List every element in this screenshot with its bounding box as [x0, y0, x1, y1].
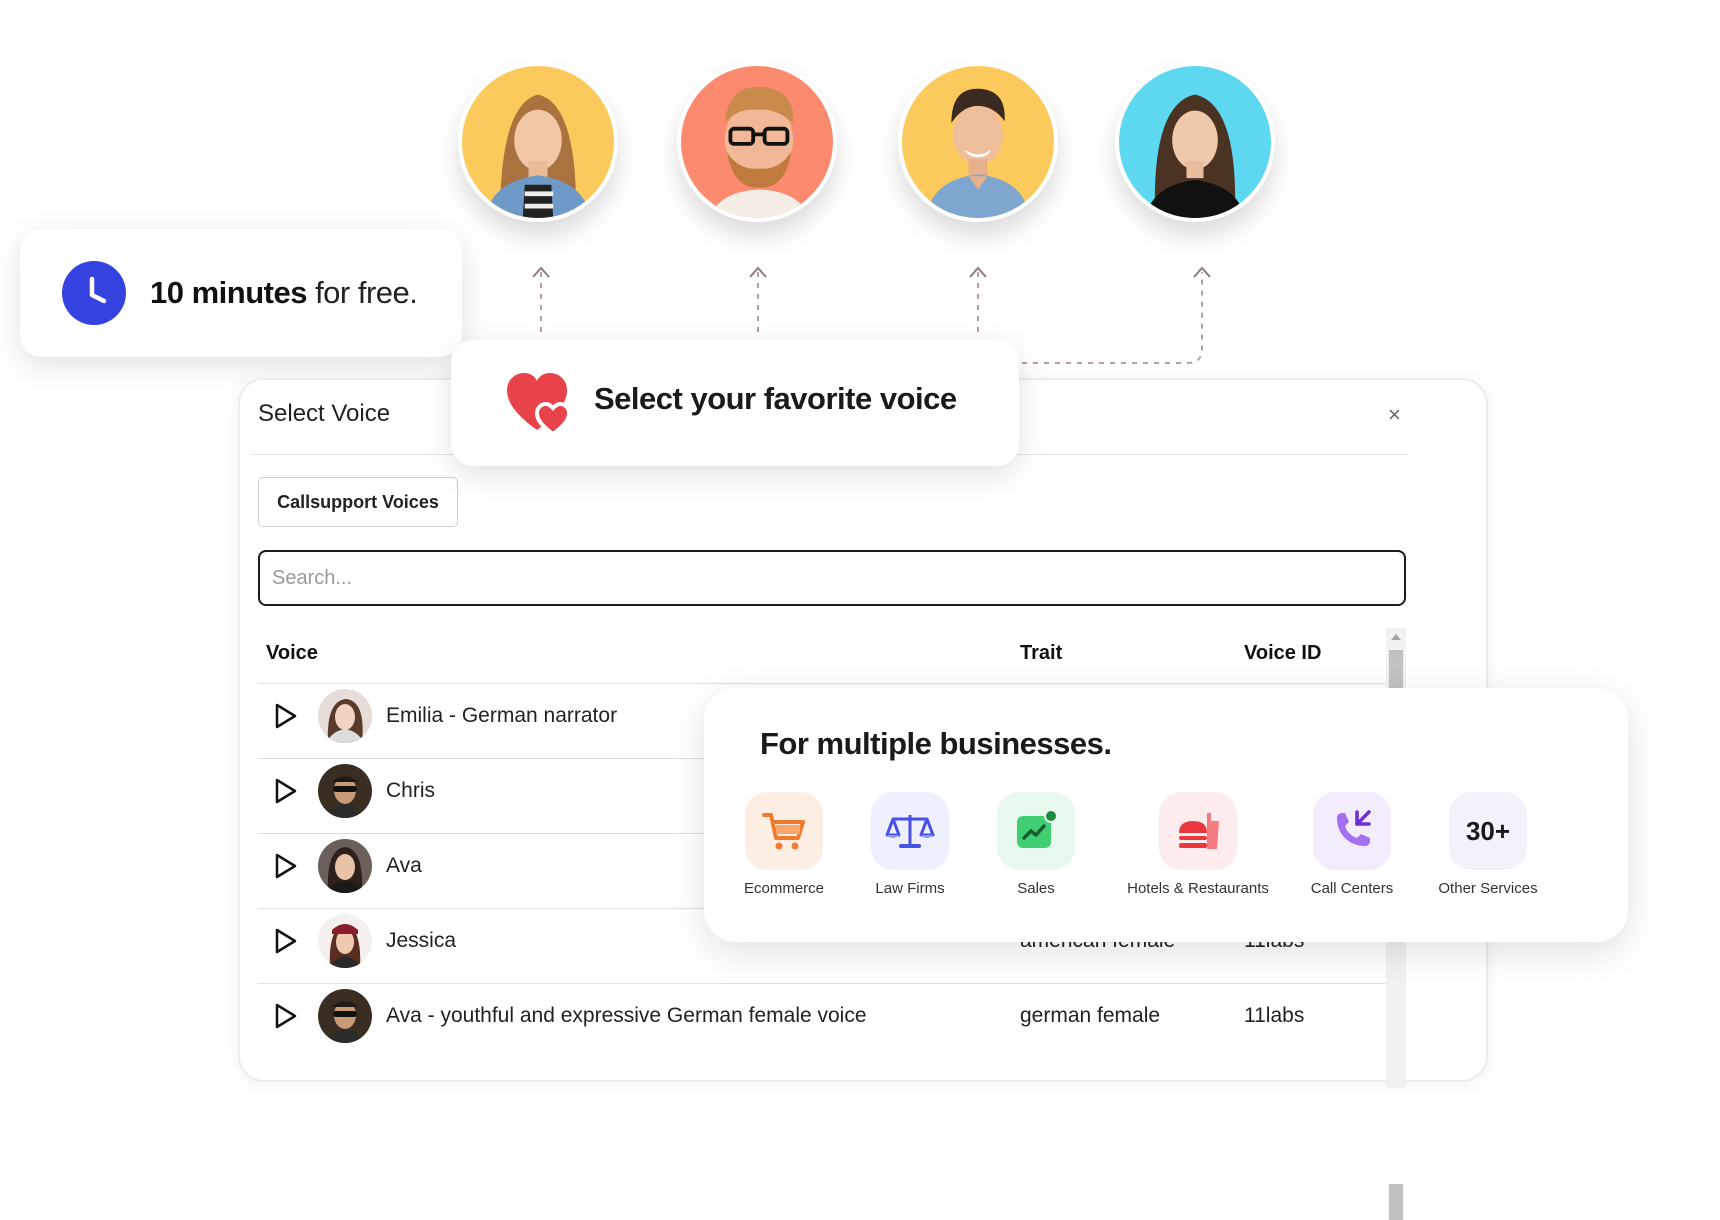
business-label: Hotels & Restaurants — [1127, 880, 1269, 897]
free-minutes-text: 10 minutes for free. — [150, 275, 418, 311]
cart-icon — [745, 792, 823, 870]
businesses-title: For multiple businesses. — [760, 726, 1112, 761]
scroll-up-arrow-icon[interactable] — [1391, 634, 1401, 640]
voice-avatar-2[interactable] — [677, 62, 837, 222]
modal-title: Select Voice — [258, 400, 391, 427]
heart-icon — [507, 373, 572, 436]
voice-avatar-3[interactable] — [898, 62, 1058, 222]
voice-name: Jessica — [386, 929, 457, 952]
voice-name: Ava - youthful and expressive German fem… — [386, 1004, 867, 1027]
businesses-card: For multiple businesses. Ecommerce Law F… — [704, 688, 1628, 942]
play-icon[interactable] — [274, 777, 298, 805]
free-minutes-rest: for free. — [306, 275, 418, 310]
business-label: Sales — [1017, 880, 1055, 897]
voice-name: Ava — [386, 854, 422, 877]
column-header-voice-id[interactable]: Voice ID — [1244, 642, 1321, 665]
scroll-thumb-lower[interactable] — [1389, 1184, 1403, 1220]
avatar — [318, 764, 372, 818]
business-sales[interactable]: Sales — [956, 792, 1116, 897]
business-hotels-restaurants[interactable]: Hotels & Restaurants — [1118, 792, 1278, 897]
row-divider — [258, 983, 1386, 984]
business-other-services[interactable]: 30+ Other Services — [1408, 792, 1568, 897]
play-icon[interactable] — [274, 852, 298, 880]
more-icon: 30+ — [1449, 792, 1527, 870]
column-header-voice[interactable]: Voice — [266, 642, 318, 665]
voice-name: Chris — [386, 779, 436, 802]
favorite-voice-title: Select your favorite voice — [594, 381, 957, 416]
free-minutes-bold: 10 minutes — [150, 275, 307, 310]
more-count: 30+ — [1465, 815, 1511, 846]
search-input[interactable] — [258, 550, 1406, 606]
close-button[interactable]: × — [1388, 402, 1401, 428]
trend-up-icon — [997, 792, 1075, 870]
play-icon[interactable] — [274, 1002, 298, 1030]
header-divider — [258, 683, 1386, 684]
voice-name: Emilia - German narrator — [386, 704, 618, 727]
voice-trait: german female — [1020, 1004, 1161, 1027]
avatar — [318, 689, 372, 743]
business-label: Other Services — [1438, 880, 1538, 897]
callsupport-voices-tab[interactable]: Callsupport Voices — [258, 477, 458, 527]
scales-icon — [871, 792, 949, 870]
free-minutes-card: 10 minutes for free. — [20, 229, 462, 357]
play-icon[interactable] — [274, 927, 298, 955]
clock-icon — [62, 261, 126, 325]
scroll-thumb[interactable] — [1389, 650, 1403, 690]
favorite-voice-card: Select your favorite voice — [451, 340, 1019, 466]
avatar — [318, 989, 372, 1043]
column-header-trait[interactable]: Trait — [1020, 642, 1062, 665]
voice-avatar-4[interactable] — [1115, 62, 1275, 222]
phone-icon — [1313, 792, 1391, 870]
voice-avatar-1[interactable] — [458, 62, 618, 222]
avatar — [318, 914, 372, 968]
food-icon — [1159, 792, 1237, 870]
play-icon[interactable] — [274, 702, 298, 730]
voice-id: 11labs — [1244, 1004, 1305, 1027]
avatar — [318, 839, 372, 893]
